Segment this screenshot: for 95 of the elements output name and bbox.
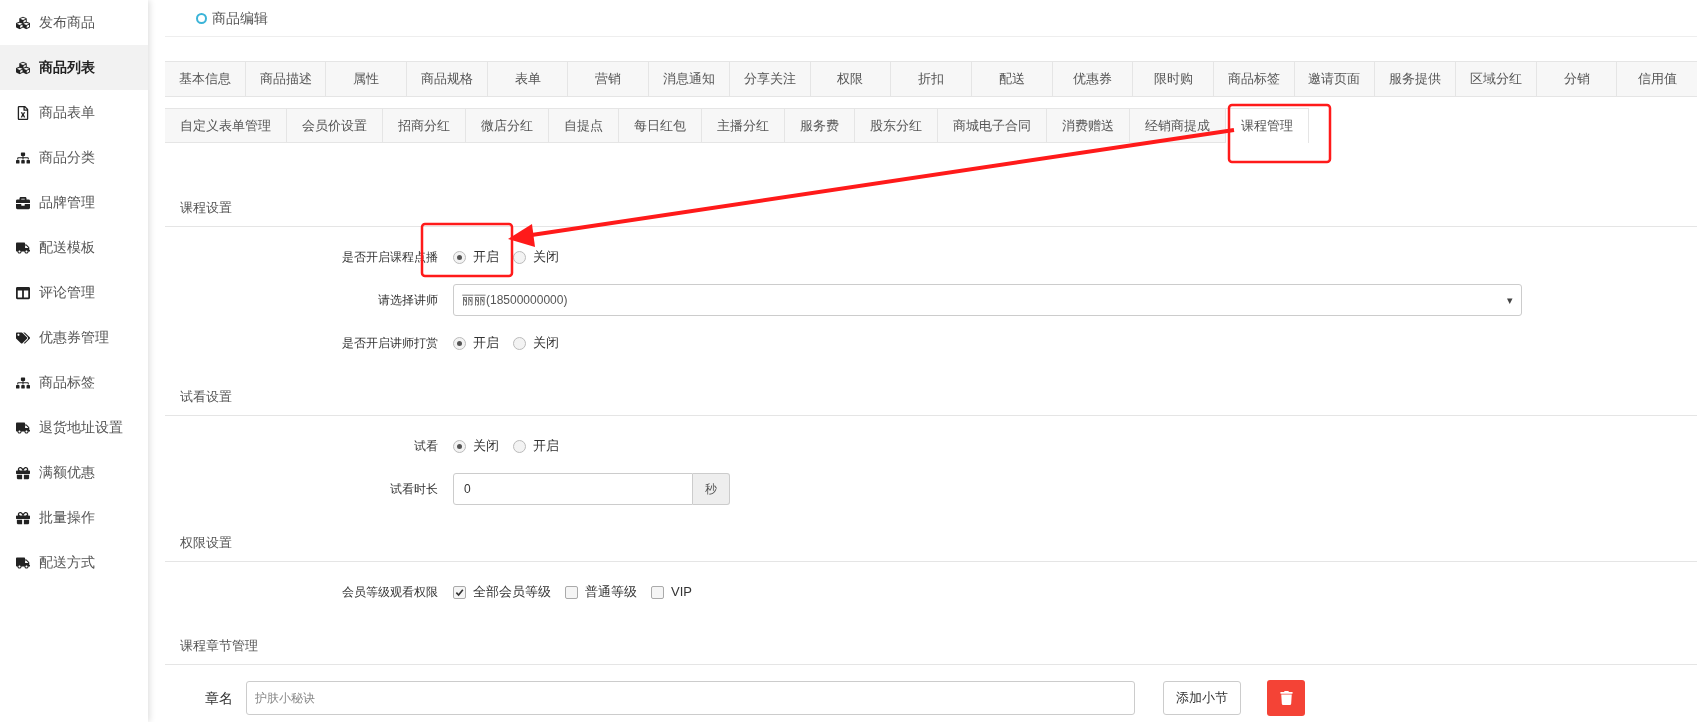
tab[interactable]: 分享关注 [728,61,810,97]
truck-icon [16,420,30,435]
section-title: 课程章节管理 [180,637,258,656]
field-label: 会员等级观看权限 [342,584,438,601]
sidebar-item[interactable]: 商品标签 [0,360,148,405]
tab[interactable]: 限时购 [1132,61,1213,97]
radio-button[interactable] [453,336,466,350]
page-title: 商品编辑 [212,8,268,28]
sidebar-item[interactable]: 商品分类 [0,135,148,180]
radio-button[interactable] [453,250,466,264]
add-section-button[interactable]: 添加小节 [1163,681,1241,715]
gift-icon [16,465,30,480]
tab[interactable]: 招商分红 [382,108,465,143]
tab[interactable]: 基本信息 [165,61,245,97]
sidebar-item[interactable]: 满额优惠 [0,450,148,495]
tab[interactable]: 营销 [567,61,649,97]
unit-addon: 秒 [693,473,730,505]
cubes-icon [16,60,30,75]
sidebar-item[interactable]: 发布商品 [0,0,148,45]
sidebar-item[interactable]: 退货地址设置 [0,405,148,450]
tab[interactable]: 商品描述 [244,61,326,97]
tab[interactable]: 配送 [970,61,1052,97]
tab[interactable]: 会员价设置 [286,108,382,143]
tab[interactable]: 股东分红 [854,108,937,143]
tab[interactable]: 优惠券 [1051,61,1133,97]
field-label: 试看 [414,438,438,455]
section-title: 课程设置 [180,199,232,218]
tab[interactable]: 权限 [809,61,891,97]
trash-icon [1279,691,1293,705]
section-title: 权限设置 [180,534,232,553]
tab[interactable]: 主播分红 [701,108,784,143]
checkbox[interactable] [565,585,578,599]
sidebar-item[interactable]: 配送模板 [0,225,148,270]
delete-button[interactable] [1267,680,1305,716]
radio-button[interactable] [513,336,526,350]
teacher-select[interactable]: 丽丽(18500000000) ▾ [453,284,1522,316]
section-title: 试看设置 [180,388,232,407]
columns-icon [16,285,30,300]
spreadsheet-file-icon [16,105,30,120]
tab[interactable]: 商品标签 [1212,61,1294,97]
sidebar-item[interactable]: 商品表单 [0,90,148,135]
sidebar-item[interactable]: 商品列表 [0,45,148,90]
radio-label: 关闭 [473,437,499,456]
tab[interactable]: 商城电子合同 [937,108,1046,143]
sidebar-item[interactable]: 配送方式 [0,540,148,585]
tab[interactable]: 课程管理 [1225,108,1309,143]
radio-label: 开启 [473,334,499,353]
tab[interactable]: 自提点 [548,108,618,143]
radio-label: 开启 [473,248,499,267]
radio-label: 关闭 [533,248,559,267]
checkbox[interactable] [651,585,664,599]
tab[interactable]: 消费赠送 [1046,108,1129,143]
tags-icon [16,330,30,345]
field-label: 请选择讲师 [378,292,438,309]
radio-label: 关闭 [533,334,559,353]
hierarchy-icon [16,375,30,390]
tab[interactable]: 服务提供 [1374,61,1455,97]
truck-icon [16,240,30,255]
radio-label: 开启 [533,437,559,456]
checkbox-label: 全部会员等级 [473,583,551,602]
tab[interactable]: 每日红包 [618,108,701,143]
checkbox-label: 普通等级 [585,583,637,602]
sidebar-item[interactable]: 评论管理 [0,270,148,315]
radio-button[interactable] [513,250,526,264]
sidebar-item[interactable]: 批量操作 [0,495,148,540]
tab[interactable]: 区域分红 [1455,61,1536,97]
tab[interactable]: 服务费 [784,108,854,143]
tab[interactable]: 信用值 [1616,61,1698,97]
gift-icon [16,510,30,525]
tab[interactable]: 消息通知 [648,61,729,97]
briefcase-icon [16,195,30,210]
truck-icon [16,555,30,570]
field-label: 试看时长 [390,481,438,498]
tab[interactable]: 折扣 [890,61,971,97]
field-label: 是否开启讲师打赏 [342,335,438,352]
tab[interactable]: 表单 [486,61,568,97]
tab[interactable]: 微店分红 [465,108,548,143]
tab[interactable]: 商品规格 [406,61,487,97]
chapter-input[interactable]: 护肤小秘诀 [246,681,1135,715]
field-label: 章名 [205,688,234,708]
hierarchy-icon [16,150,30,165]
tab[interactable]: 经销商提成 [1129,108,1225,143]
duration-input[interactable]: 0 [453,473,693,505]
cubes-icon [16,15,30,30]
tab[interactable]: 分销 [1535,61,1617,97]
sidebar-item[interactable]: 优惠券管理 [0,315,148,360]
radio-button[interactable] [513,439,526,453]
radio-button[interactable] [453,439,466,453]
tab[interactable]: 邀请页面 [1293,61,1375,97]
sidebar-item[interactable]: 品牌管理 [0,180,148,225]
caret-icon: ▾ [1507,291,1513,309]
checkbox-label: VIP [671,583,692,602]
tab[interactable]: 自定义表单管理 [165,108,286,143]
tab[interactable]: 属性 [325,61,407,97]
checkbox[interactable] [453,585,466,599]
